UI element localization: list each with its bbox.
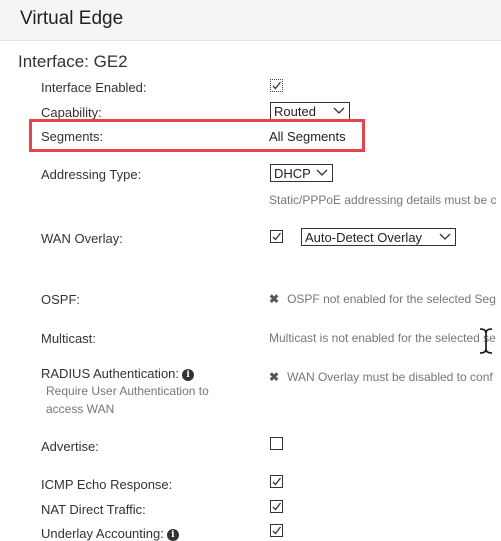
- check-icon: [272, 232, 282, 241]
- capability-label: Capability:: [41, 105, 102, 120]
- capability-select-value: Routed: [274, 104, 316, 119]
- x-icon: ✖: [269, 370, 280, 384]
- highlight-box: [29, 119, 365, 152]
- check-icon: [272, 502, 282, 511]
- info-icon[interactable]: i: [166, 529, 179, 541]
- capability-select[interactable]: Routed: [270, 102, 350, 120]
- wan-overlay-select-value: Auto-Detect Overlay: [305, 230, 423, 245]
- advertise-checkbox[interactable]: [270, 437, 283, 450]
- addressing-type-label: Addressing Type:: [41, 167, 142, 182]
- radius-sublabel: Require User Authentication to access WA…: [46, 384, 209, 416]
- chevron-down-icon: [316, 169, 328, 176]
- check-icon: [272, 81, 282, 90]
- interface-enabled-label: Interface Enabled:: [41, 80, 147, 95]
- multicast-label: Multicast:: [41, 331, 96, 346]
- nat-direct-label: NAT Direct Traffic:: [41, 502, 146, 517]
- addressing-type-note: Static/PPPoE addressing details must be …: [269, 193, 497, 207]
- check-icon: [272, 477, 282, 486]
- radius-label: RADIUS Authentication: i: [41, 366, 195, 381]
- window-header: Virtual Edge: [0, 0, 501, 41]
- wan-overlay-select[interactable]: Auto-Detect Overlay: [301, 228, 456, 246]
- check-icon: [272, 526, 282, 535]
- page-title: Virtual Edge: [20, 8, 124, 29]
- text-cursor-icon: [479, 328, 493, 354]
- ospf-note: ✖ OSPF not enabled for the selected Seg: [269, 292, 496, 306]
- interface-enabled-checkbox[interactable]: [270, 79, 283, 92]
- icmp-echo-label: ICMP Echo Response:: [41, 477, 173, 492]
- underlay-accounting-label: Underlay Accounting: i: [41, 526, 179, 541]
- x-icon: ✖: [269, 292, 280, 306]
- radius-note: ✖ WAN Overlay must be disabled to conf: [269, 370, 493, 384]
- section-title: Interface: GE2: [18, 52, 128, 71]
- radius-note-text: WAN Overlay must be disabled to conf: [287, 370, 493, 384]
- wan-overlay-checkbox[interactable]: [270, 230, 283, 243]
- ospf-label: OSPF:: [41, 292, 81, 307]
- wan-overlay-label: WAN Overlay:: [41, 231, 123, 246]
- chevron-down-icon: [439, 233, 451, 240]
- nat-direct-checkbox[interactable]: [270, 500, 283, 513]
- info-icon[interactable]: i: [182, 369, 195, 381]
- addressing-type-select[interactable]: DHCP: [270, 164, 333, 182]
- chevron-down-icon: [333, 107, 345, 114]
- radius-label-text: RADIUS Authentication:: [41, 366, 180, 381]
- advertise-label: Advertise:: [41, 439, 99, 454]
- ospf-note-text: OSPF not enabled for the selected Seg: [287, 292, 496, 306]
- underlay-accounting-label-text: Underlay Accounting:: [41, 526, 164, 541]
- icmp-echo-checkbox[interactable]: [270, 475, 283, 488]
- multicast-note: Multicast is not enabled for the selecte…: [269, 331, 496, 345]
- underlay-accounting-checkbox[interactable]: [270, 524, 283, 537]
- addressing-type-value: DHCP: [274, 166, 311, 181]
